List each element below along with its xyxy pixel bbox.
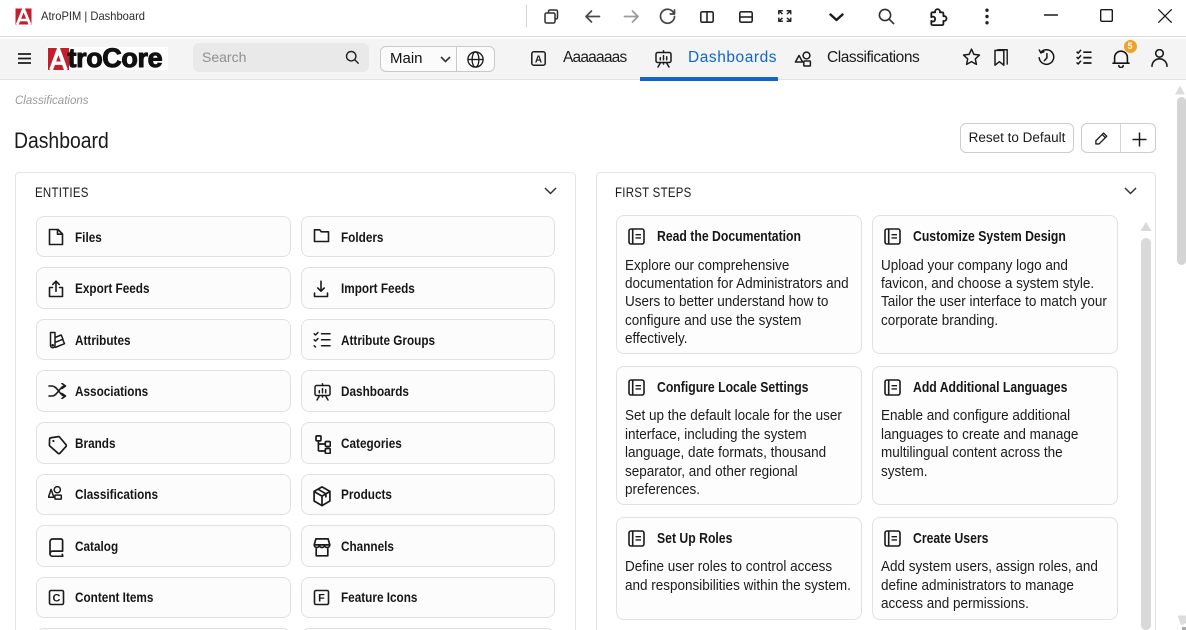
svg-text:A: A <box>535 54 542 65</box>
svg-text:F: F <box>318 593 325 605</box>
svg-text:C: C <box>52 593 60 605</box>
